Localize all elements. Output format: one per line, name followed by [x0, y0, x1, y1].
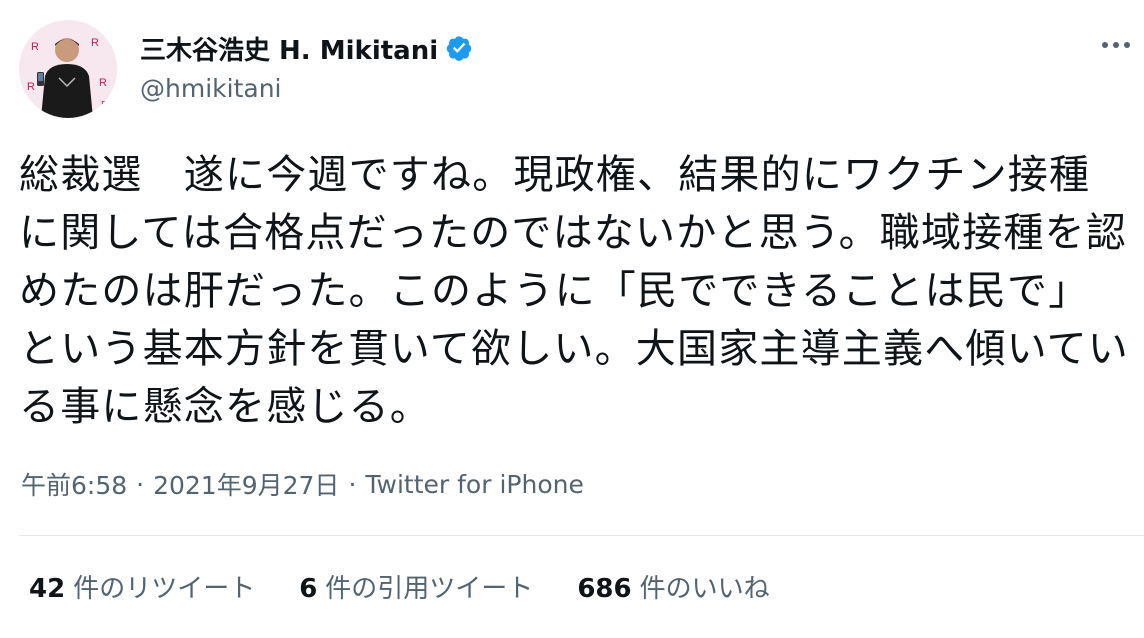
- engagement-stats: 42 件のリツイート 6 件の引用ツイート 686 件のいいね: [29, 568, 814, 605]
- more-options-icon: [1102, 42, 1130, 48]
- meta-separator: ·: [348, 469, 357, 499]
- tweet-source[interactable]: Twitter for iPhone: [365, 470, 583, 499]
- quotes-stat[interactable]: 6 件の引用ツイート: [299, 568, 533, 605]
- retweets-label: 件のリツイート: [73, 574, 256, 604]
- meta-separator: ·: [136, 469, 145, 499]
- likes-stat[interactable]: 686 件のいいね: [577, 568, 769, 605]
- svg-text:R: R: [27, 81, 35, 93]
- display-name[interactable]: 三木谷浩史 H. Mikitani: [140, 30, 438, 67]
- svg-text:R: R: [91, 37, 99, 49]
- retweets-stat[interactable]: 42 件のリツイート: [29, 568, 255, 605]
- tweet-date[interactable]: 2021年9月27日: [153, 466, 339, 502]
- svg-text:R: R: [101, 100, 108, 111]
- tweet-text: 総裁選 遂に今週ですね。現政権、結果的にワクチン接種に関しては合格点だったのでは…: [19, 152, 1129, 430]
- verified-badge-icon: [445, 34, 473, 62]
- handle[interactable]: @hmikitani: [140, 74, 473, 103]
- tweet-card: R R R R R 三木谷浩史 H. Mikitani @hmikitani 総…: [0, 0, 1144, 638]
- svg-text:R: R: [31, 41, 39, 53]
- likes-count: 686: [577, 574, 632, 604]
- retweets-count: 42: [29, 574, 66, 604]
- display-name-row: 三木谷浩史 H. Mikitani: [140, 28, 473, 68]
- tweet-time[interactable]: 午前6:58: [21, 466, 127, 502]
- author-block: 三木谷浩史 H. Mikitani @hmikitani: [140, 28, 473, 103]
- svg-text:R: R: [99, 77, 107, 89]
- quotes-label: 件の引用ツイート: [325, 574, 534, 604]
- likes-label: 件のいいね: [639, 574, 770, 604]
- tweet-meta: 午前6:58 · 2021年9月27日 · Twitter for iPhone: [21, 466, 584, 502]
- quotes-count: 6: [299, 574, 318, 604]
- more-options-button[interactable]: [1096, 30, 1136, 60]
- avatar-image: R R R R R: [19, 20, 117, 118]
- divider: [19, 535, 1144, 536]
- avatar[interactable]: R R R R R: [19, 20, 117, 118]
